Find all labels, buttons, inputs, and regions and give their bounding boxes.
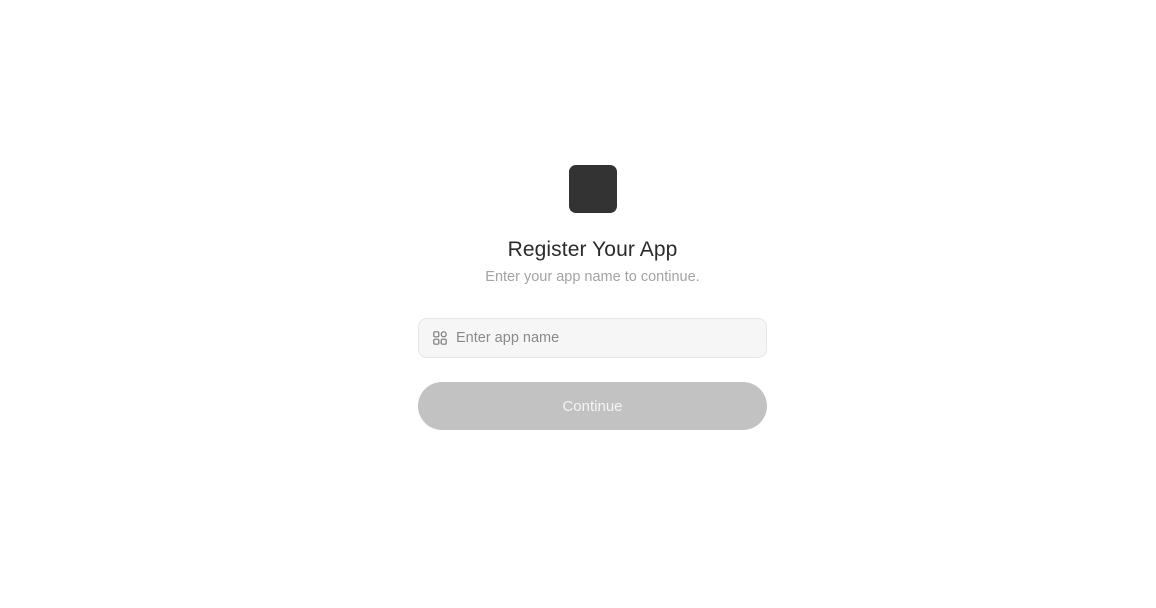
app-name-input[interactable]	[456, 319, 766, 357]
page: Register Your App Enter your app name to…	[0, 0, 1156, 608]
grid-apps-icon	[432, 330, 448, 346]
continue-button[interactable]: Continue	[418, 382, 767, 430]
app-logo-icon	[568, 165, 617, 213]
page-title: Register Your App	[507, 238, 678, 261]
page-subtitle: Enter your app name to continue.	[485, 269, 700, 285]
app-name-field[interactable]	[418, 318, 767, 358]
register-card: Register Your App Enter your app name to…	[418, 165, 767, 430]
